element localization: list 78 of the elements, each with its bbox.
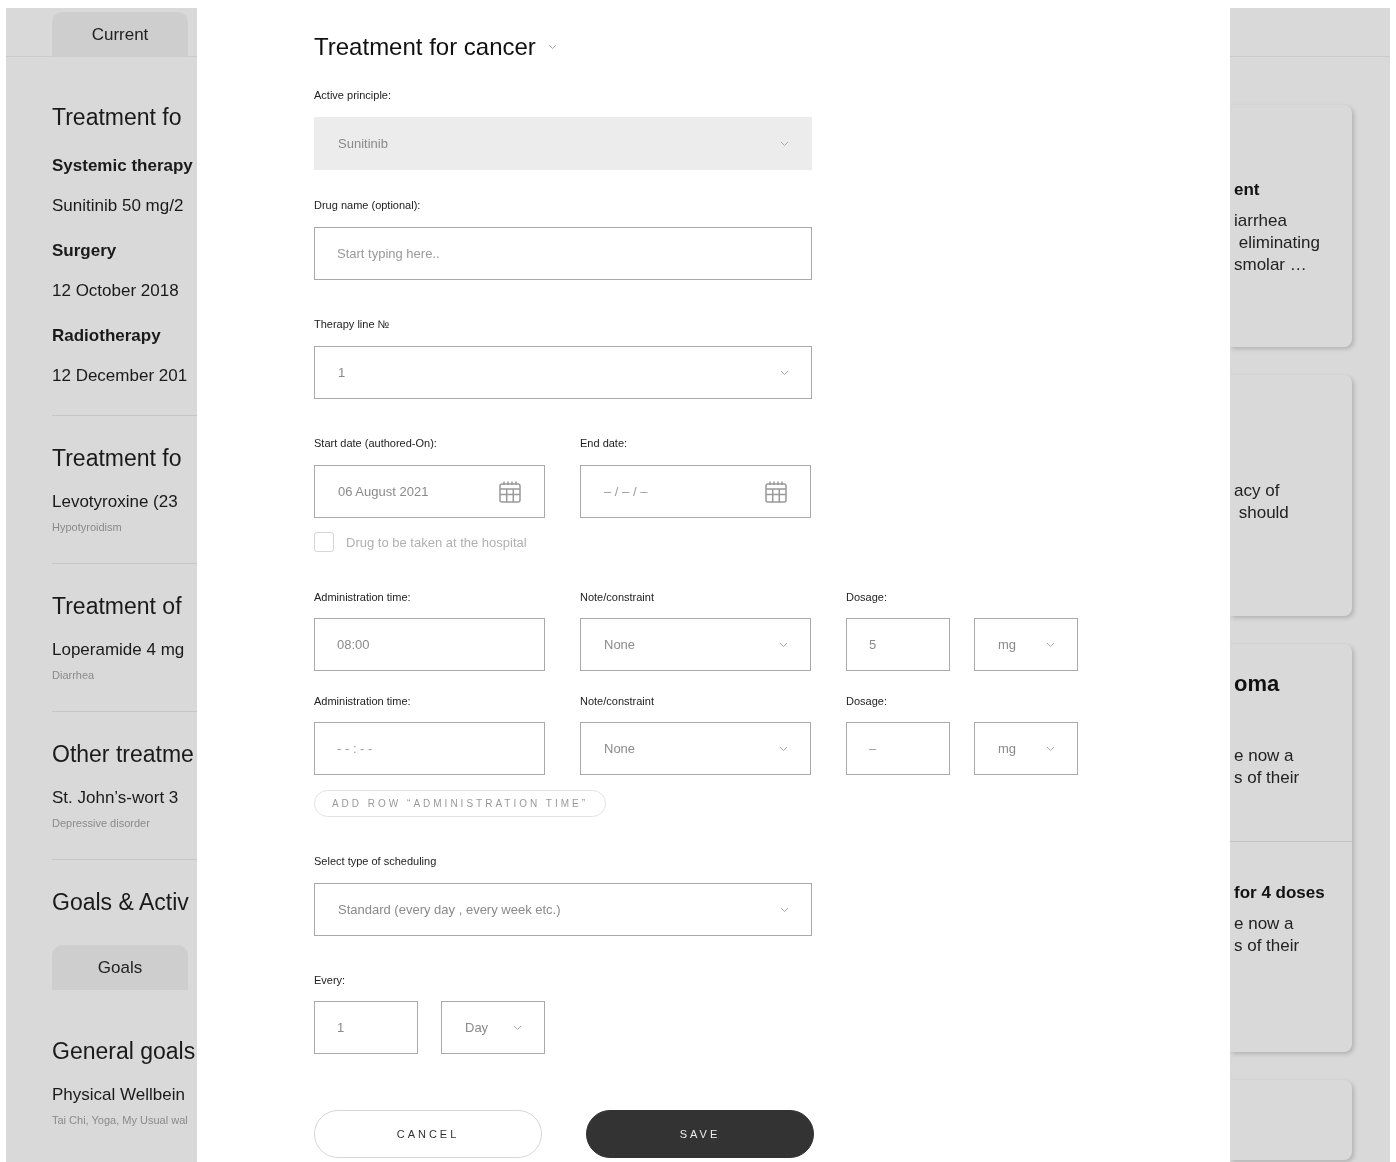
card[interactable]: oma e now a s of their for 4 doses e now a s of their bbox=[1230, 644, 1352, 1052]
treatment-text: Sunitinib 50 mg/2 bbox=[52, 195, 185, 217]
dropdown-field[interactable]: None bbox=[580, 722, 811, 775]
dropdown-field[interactable]: mg bbox=[974, 618, 1078, 671]
treatment-text: Levotyroxine (23 bbox=[52, 491, 179, 513]
card[interactable]: ent iarrhea eliminating smolar … bbox=[1230, 105, 1352, 347]
field-label: Start date (authored-On): bbox=[314, 437, 438, 450]
field-label: Drug name (optional): bbox=[314, 199, 422, 212]
checkbox-label: Drug to be taken at the hospital bbox=[346, 534, 527, 550]
card-text: e now a s of their bbox=[1234, 745, 1301, 789]
field-label: Active principle: bbox=[314, 89, 393, 102]
card-text: e now a s of their bbox=[1234, 912, 1301, 957]
card-title: for 4 doses bbox=[1234, 881, 1326, 904]
dropdown-field[interactable]: Day bbox=[441, 1001, 545, 1054]
subheading: Surgery bbox=[52, 240, 118, 262]
caret-icon bbox=[513, 1024, 522, 1031]
field-label: Dosage: bbox=[846, 695, 888, 708]
card-title: ent bbox=[1234, 179, 1261, 201]
field-label: Select type of scheduling bbox=[314, 855, 438, 868]
caret-icon bbox=[779, 745, 788, 752]
field-label: End date: bbox=[580, 437, 629, 450]
field-label: Dosage: bbox=[846, 591, 888, 604]
checkbox[interactable] bbox=[314, 532, 334, 552]
dropdown-field[interactable]: 1 bbox=[314, 346, 812, 399]
input-field[interactable]: Start typing here.. bbox=[314, 227, 812, 280]
time-field[interactable]: - - : - - bbox=[314, 722, 545, 775]
time-field[interactable]: 08:00 bbox=[314, 618, 545, 671]
treatment-text: Physical Wellbein bbox=[52, 1084, 186, 1106]
section-title: Goals & Activ bbox=[52, 888, 190, 917]
date-field[interactable]: – / – / – bbox=[580, 465, 811, 518]
date-field[interactable]: 06 August 2021 bbox=[314, 465, 545, 518]
card[interactable] bbox=[1230, 1080, 1352, 1160]
tab[interactable]: Current bbox=[52, 12, 188, 57]
treatment-text: St. John’s-wort 3 bbox=[52, 787, 180, 809]
dropdown-field[interactable]: mg bbox=[974, 722, 1078, 775]
card-text: iarrhea eliminating smolar … bbox=[1234, 210, 1321, 276]
dropdown-field[interactable]: Standard (every day , every week etc.) bbox=[314, 883, 812, 936]
treatment-text: 12 December 201 bbox=[52, 365, 189, 387]
section-title: Other treatme bbox=[52, 740, 195, 769]
card-title: oma bbox=[1234, 670, 1281, 698]
section-title: Treatment fo bbox=[52, 444, 183, 473]
section-title: General goals bbox=[52, 1037, 197, 1066]
caret-icon bbox=[1046, 641, 1055, 648]
note-text: Hypotyroidism bbox=[52, 520, 123, 535]
section-title: Treatment of bbox=[52, 592, 183, 621]
calendar-icon bbox=[498, 479, 522, 504]
section-title: Treatment fo bbox=[52, 103, 183, 132]
field-label: Therapy line № bbox=[314, 318, 391, 331]
subheading: Systemic therapy bbox=[52, 155, 194, 177]
dialog-title: Treatment for cancer bbox=[314, 33, 536, 61]
card-text: acy of should bbox=[1234, 480, 1290, 524]
caret-icon bbox=[780, 140, 789, 147]
cancel-button[interactable]: CANCEL bbox=[314, 1110, 542, 1158]
caret-icon bbox=[779, 641, 788, 648]
tab[interactable]: Goals bbox=[52, 945, 188, 990]
dropdown-field[interactable]: None bbox=[580, 618, 811, 671]
subheading: Radiotherapy bbox=[52, 325, 162, 347]
note-text: Depressive disorder bbox=[52, 816, 151, 831]
note-text: Diarrhea bbox=[52, 668, 96, 683]
save-button[interactable]: SAVE bbox=[586, 1110, 814, 1158]
caret-icon bbox=[547, 44, 557, 50]
treatment-text: Loperamide 4 mg bbox=[52, 639, 186, 661]
card[interactable]: acy of should bbox=[1230, 375, 1352, 616]
treatment-text: 12 October 2018 bbox=[52, 280, 180, 302]
field-label: Every: bbox=[314, 974, 347, 987]
input-field[interactable]: 1 bbox=[314, 1001, 418, 1054]
field-label: Administration time: bbox=[314, 695, 412, 708]
caret-icon bbox=[1046, 745, 1055, 752]
add-row-button[interactable]: ADD ROW “ADMINISTRATION TIME” bbox=[314, 790, 606, 817]
note-text: Tai Chi, Yoga, My Usual wal bbox=[52, 1113, 189, 1128]
field-label: Note/constraint bbox=[580, 591, 655, 604]
field-label: Administration time: bbox=[314, 591, 412, 604]
dosage-field[interactable]: – bbox=[846, 722, 950, 775]
caret-icon bbox=[780, 906, 789, 913]
field-label: Note/constraint bbox=[580, 695, 655, 708]
calendar-icon bbox=[764, 479, 788, 504]
caret-icon bbox=[780, 369, 789, 376]
dosage-field[interactable]: 5 bbox=[846, 618, 950, 671]
